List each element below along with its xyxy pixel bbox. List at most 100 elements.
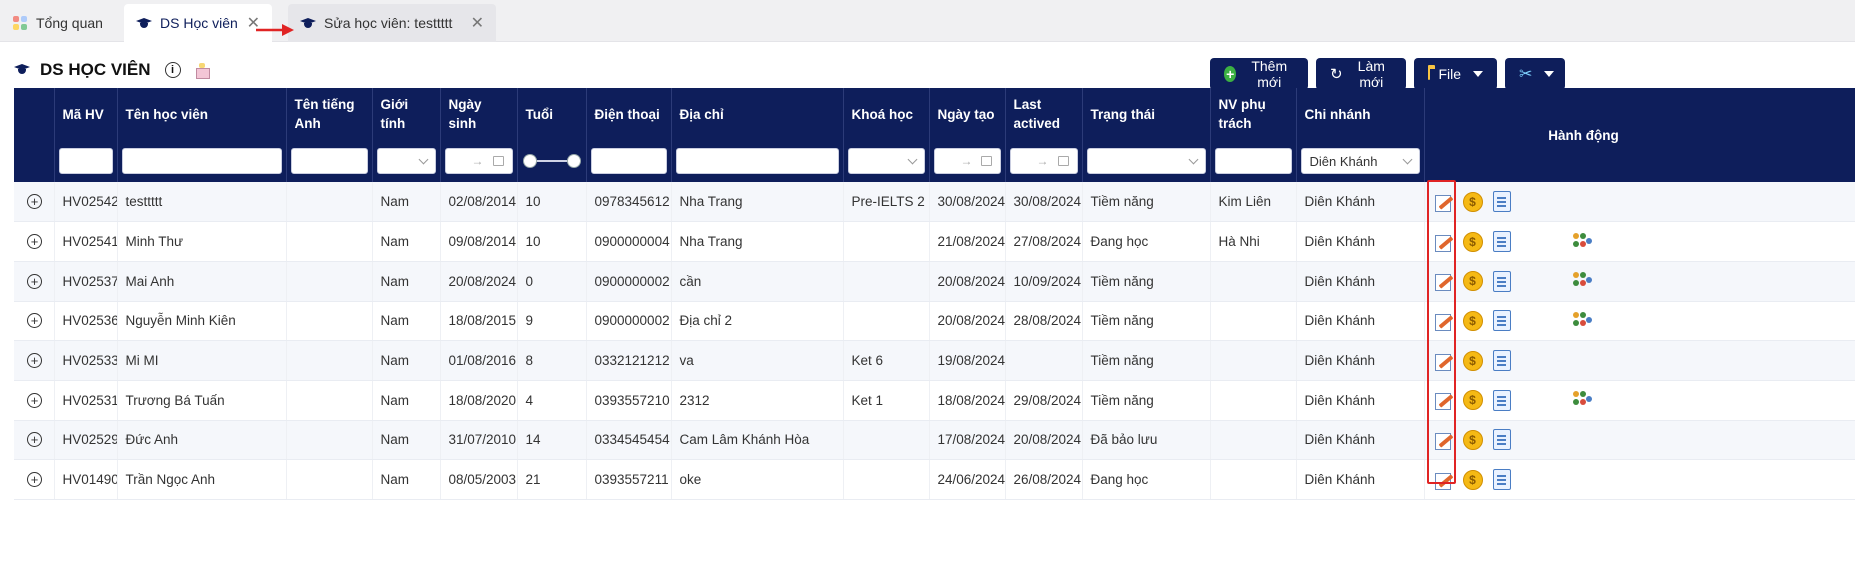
class-group-icon[interactable]	[1571, 232, 1593, 252]
class-group-icon[interactable]	[1571, 390, 1593, 410]
table-row[interactable]: + HV02542 testtttt Nam 02/08/2014 10 097834561…	[14, 182, 1855, 223]
file-menu-button[interactable]: File	[1414, 58, 1497, 90]
header-created[interactable]: Ngày tạo	[929, 88, 1006, 140]
header-code[interactable]: Mã HV	[54, 88, 118, 140]
table-row[interactable]: + HV01490 Trần Ngọc Anh Nam 08/05/2003 21 0393…	[14, 459, 1855, 500]
slider-handle-max[interactable]	[567, 155, 580, 167]
document-icon[interactable]	[1492, 429, 1511, 451]
header-staff[interactable]: NV phụ trách	[1210, 88, 1297, 140]
payment-coin-icon[interactable]: $	[1462, 390, 1483, 411]
cell-status: Đã bảo lưu	[1082, 420, 1211, 461]
filter-address-input[interactable]	[675, 148, 839, 174]
header-address[interactable]: Địa chỉ	[671, 88, 844, 140]
cell-code: HV02533	[54, 340, 118, 381]
class-group-icon[interactable]	[1571, 271, 1593, 291]
tab-overview[interactable]: Tổng quan	[0, 4, 120, 42]
document-icon[interactable]	[1492, 310, 1511, 332]
payment-coin-icon[interactable]: $	[1462, 271, 1483, 292]
payment-coin-icon[interactable]: $	[1462, 429, 1483, 450]
filter-name-input[interactable]	[121, 148, 282, 174]
close-icon[interactable]: ✕	[471, 13, 484, 33]
payment-coin-icon[interactable]: $	[1462, 231, 1483, 252]
expand-row-icon[interactable]: +	[27, 392, 42, 408]
cell-created: 20/08/2024	[929, 261, 1006, 302]
expand-row-icon[interactable]: +	[27, 432, 42, 448]
edit-icon[interactable]	[1433, 311, 1453, 331]
table-row[interactable]: + HV02537 Mai Anh Nam 20/08/2024 0 0900000002 c…	[14, 261, 1855, 302]
expand-row-icon[interactable]: +	[27, 194, 42, 210]
filter-phone-input[interactable]	[590, 148, 667, 174]
edit-icon[interactable]	[1433, 390, 1453, 411]
filter-age-cell	[517, 140, 587, 182]
cell-age: 14	[517, 420, 587, 461]
refresh-button[interactable]: ↻ Làm mới	[1316, 58, 1406, 90]
tools-menu-button[interactable]: ✂	[1505, 58, 1565, 90]
header-english-name[interactable]: Tên tiếng Anh	[286, 88, 373, 140]
table-row[interactable]: + HV02531 Trương Bá Tuấn Nam 18/08/2020 4 0393…	[14, 380, 1855, 421]
edit-icon[interactable]	[1433, 192, 1453, 212]
cell-course: Ket 6	[843, 340, 930, 381]
table-row[interactable]: + HV02541 Minh Thư Nam 09/08/2014 10 090000000…	[14, 221, 1855, 262]
gift-icon[interactable]	[195, 62, 210, 79]
cell-phone: 0900000004	[586, 221, 672, 262]
filter-gender-select[interactable]	[376, 148, 436, 174]
filter-branch-select[interactable]: Diên Khánh	[1300, 148, 1420, 174]
filter-status-select[interactable]	[1086, 148, 1206, 174]
header-course[interactable]: Khoá học	[843, 88, 930, 140]
filter-english-name-input[interactable]	[290, 148, 368, 174]
expand-row-icon[interactable]: +	[27, 472, 42, 488]
header-phone[interactable]: Điện thoại	[586, 88, 672, 140]
filter-branch-cell: Diên Khánh	[1296, 140, 1425, 182]
tab-student-list[interactable]: DS Học viên ✕	[124, 4, 272, 42]
table-row[interactable]: + HV02529 Đức Anh Nam 31/07/2010 14 0334545454…	[14, 420, 1855, 461]
payment-coin-icon[interactable]: $	[1462, 310, 1483, 331]
payment-coin-icon[interactable]: $	[1462, 350, 1483, 371]
header-dob[interactable]: Ngày sinh	[440, 88, 518, 140]
cell-last-active: 10/09/2024	[1005, 261, 1083, 302]
table-row[interactable]: + HV02536 Nguyễn Minh Kiên Nam 18/08/2015 9 09…	[14, 301, 1855, 342]
header-age[interactable]: Tuổi	[517, 88, 587, 140]
filter-dob-range[interactable]: →	[444, 148, 513, 174]
filter-created-range[interactable]: →	[933, 148, 1001, 174]
class-group-icon[interactable]	[1571, 311, 1593, 331]
header-last-active[interactable]: Last actived	[1005, 88, 1083, 140]
header-name[interactable]: Tên học viên	[117, 88, 287, 140]
info-icon[interactable]: i	[164, 62, 181, 78]
expand-row-icon[interactable]: +	[27, 313, 42, 329]
edit-icon[interactable]	[1433, 470, 1453, 490]
header-status[interactable]: Trạng thái	[1082, 88, 1211, 140]
document-icon[interactable]	[1492, 270, 1511, 292]
cell-last-active: 20/08/2024	[1005, 420, 1083, 461]
filter-age-slider[interactable]	[522, 148, 582, 174]
cell-status: Đang học	[1082, 459, 1211, 500]
edit-icon[interactable]	[1433, 430, 1453, 450]
edit-icon[interactable]	[1433, 232, 1453, 252]
tab-edit-student[interactable]: Sửa học viên: testtttt ✕	[288, 4, 496, 42]
document-icon[interactable]	[1492, 231, 1511, 253]
slider-handle-min[interactable]	[523, 155, 536, 167]
edit-icon[interactable]	[1433, 351, 1453, 371]
payment-coin-icon[interactable]: $	[1462, 191, 1483, 212]
document-icon[interactable]	[1492, 191, 1511, 213]
expand-row-icon[interactable]: +	[27, 234, 42, 250]
document-icon[interactable]	[1492, 389, 1511, 411]
expand-cell: +	[14, 182, 55, 223]
table-row[interactable]: + HV02533 Mi MI Nam 01/08/2016 8 0332121212 va K…	[14, 340, 1855, 381]
document-icon[interactable]	[1492, 469, 1511, 491]
header-branch[interactable]: Chi nhánh	[1296, 88, 1425, 140]
plus-icon: +	[1224, 66, 1237, 82]
filter-last-active-range[interactable]: →	[1009, 148, 1078, 174]
cell-branch: Diên Khánh	[1296, 221, 1425, 262]
edit-icon[interactable]	[1433, 271, 1453, 292]
expand-row-icon[interactable]: +	[27, 353, 42, 369]
filter-course-select[interactable]	[847, 148, 925, 174]
filter-staff-input[interactable]	[1214, 148, 1292, 174]
payment-coin-icon[interactable]: $	[1462, 469, 1483, 490]
document-icon[interactable]	[1492, 350, 1511, 372]
header-gender[interactable]: Giới tính	[372, 88, 441, 140]
tab-label: Sửa học viên: testtttt	[324, 15, 453, 31]
add-new-button[interactable]: + Thêm mới	[1210, 58, 1308, 90]
filter-code-input[interactable]	[58, 148, 113, 174]
expand-row-icon[interactable]: +	[27, 273, 42, 289]
cell-age: 4	[517, 380, 587, 421]
